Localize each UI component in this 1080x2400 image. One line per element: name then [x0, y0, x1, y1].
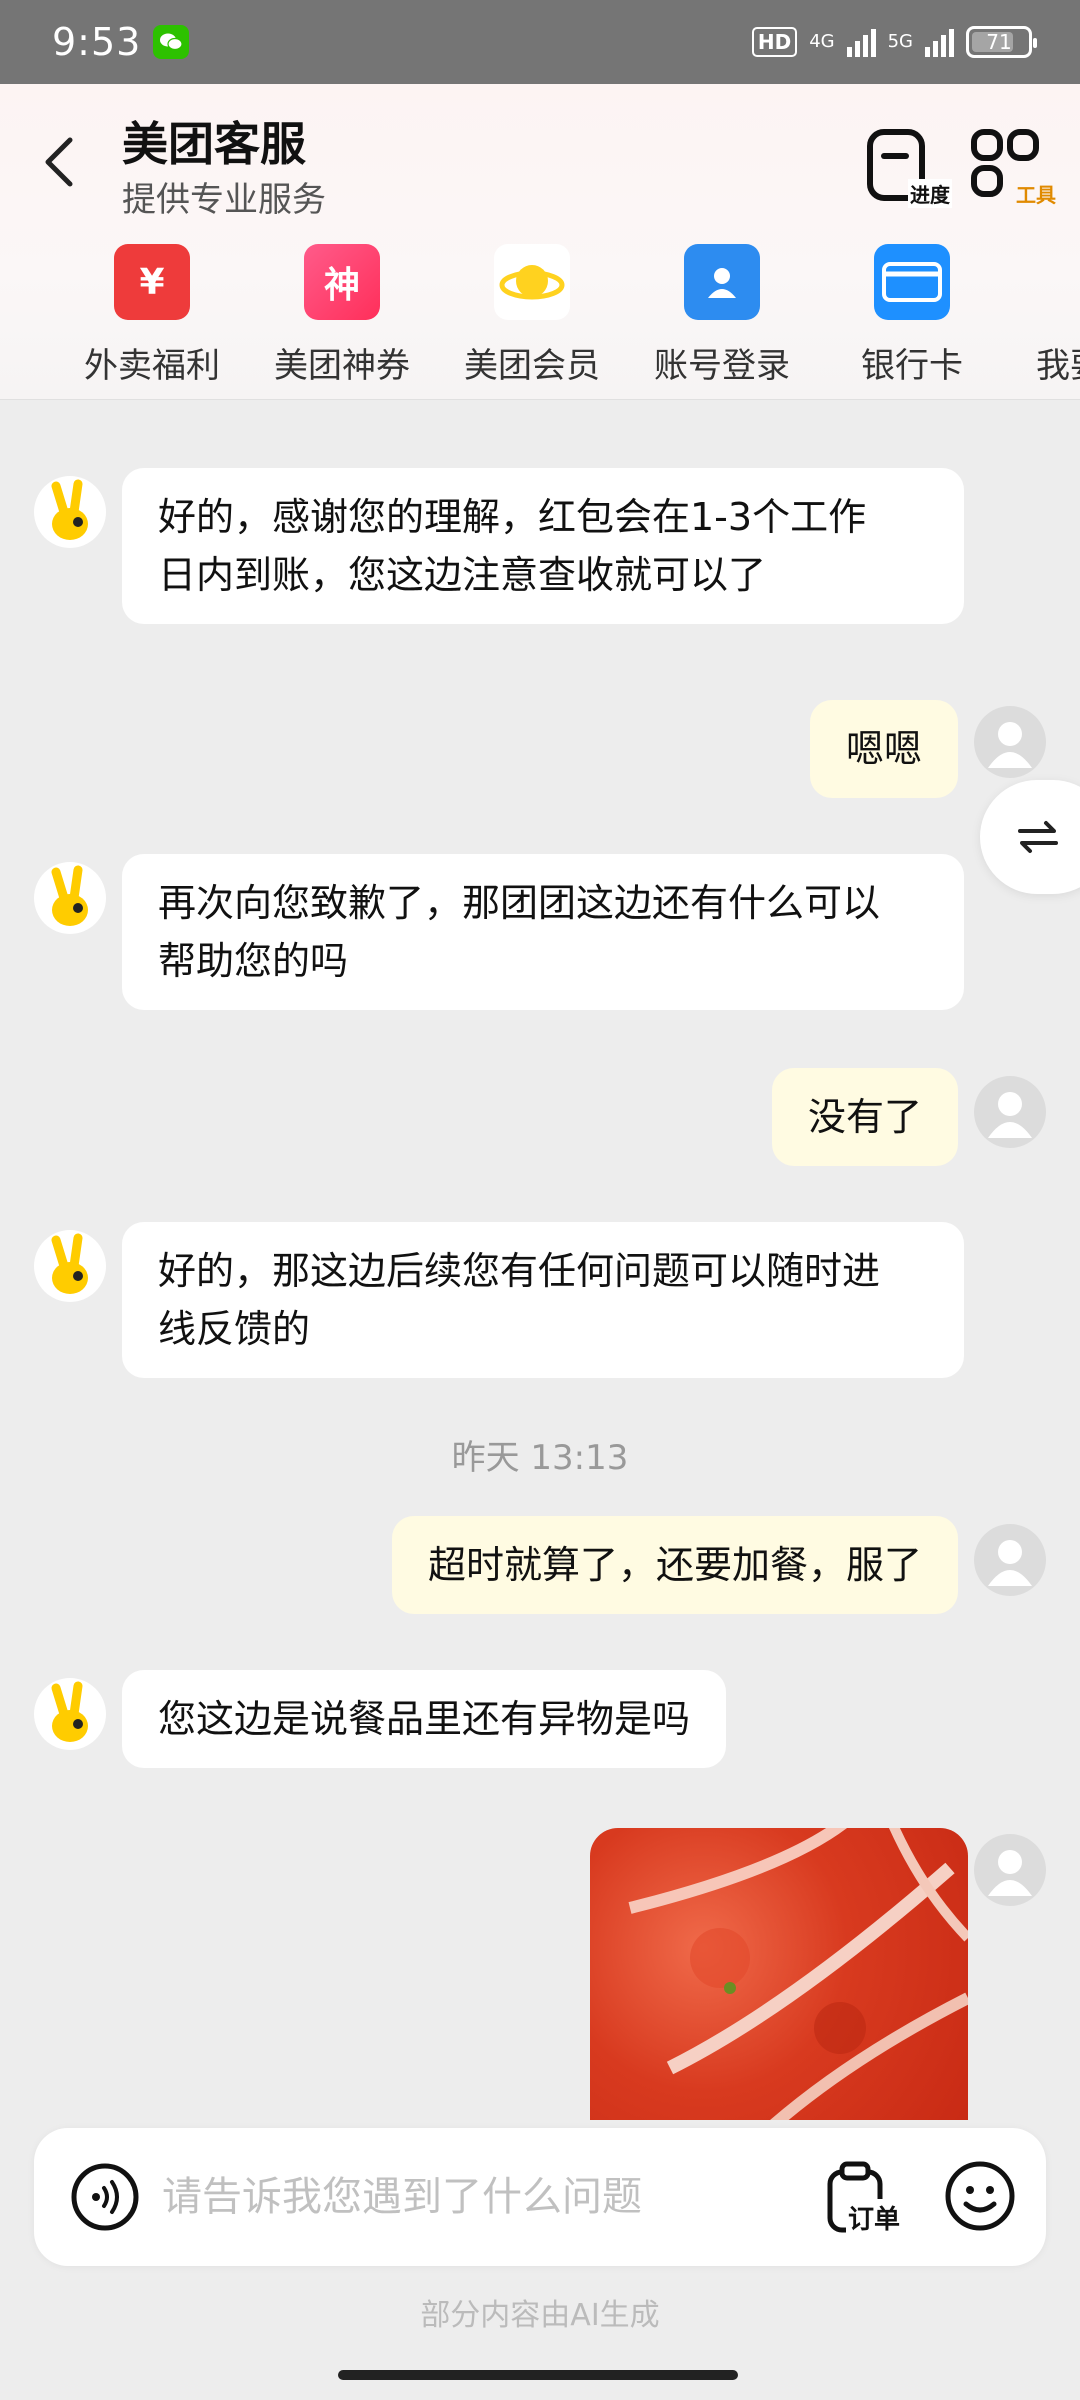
message-photo[interactable] — [590, 1828, 968, 2120]
order-label: 订单 — [846, 2199, 903, 2236]
message-bubble-bot[interactable]: 好的，感谢您的理解，红包会在1-3个工作 日内到账，您这边注意查收就可以了 — [122, 468, 964, 624]
battery-level: 71 — [986, 30, 1012, 54]
user-avatar — [974, 1076, 1046, 1148]
person-icon — [988, 1850, 1032, 1896]
message-bubble-bot[interactable]: 您这边是说餐品里还有异物是吗 — [122, 1670, 727, 1768]
message-bubble-user[interactable]: 没有了 — [771, 1068, 958, 1166]
quick-entry-label: 银行卡 — [861, 346, 963, 384]
battery-icon: 71 — [966, 26, 1037, 58]
message-line: 帮助您的吗 — [158, 939, 349, 983]
message-bubble-bot[interactable]: 再次向您致歉了，那团团这边还有什么可以 帮助您的吗 — [122, 854, 964, 1010]
emoji-button[interactable] — [944, 2160, 1016, 2232]
message-line: 日内到账，您这边注意查收就可以了 — [158, 553, 767, 597]
message-line: 再次向您致歉了，那团团这边还有什么可以 — [158, 881, 881, 925]
network-4g-label: 4G — [809, 31, 835, 52]
bot-avatar — [34, 476, 106, 548]
swap-arrows-icon — [1018, 821, 1058, 853]
voice-icon — [71, 2163, 139, 2231]
back-button[interactable] — [34, 126, 86, 198]
tools-label: 工具 — [1016, 183, 1056, 207]
person-icon — [988, 1540, 1032, 1586]
order-button[interactable]: 订单 — [824, 2160, 904, 2236]
bot-avatar — [34, 862, 106, 934]
message-input[interactable] — [162, 2162, 822, 2232]
message-timestamp: 昨天 13:13 — [451, 1438, 629, 1478]
quick-entry-label: 账号登录 — [654, 346, 790, 384]
message-bubble-user[interactable]: 超时就算了，还要加餐，服了 — [391, 1516, 958, 1614]
message-text: 嗯嗯 — [845, 727, 922, 771]
message-list[interactable]: 好的，感谢您的理解，红包会在1-3个工作 日内到账，您这边注意查收就可以了 嗯嗯… — [0, 400, 1080, 2120]
rabbit-mascot-icon — [51, 1681, 88, 1742]
account-icon — [684, 244, 760, 320]
person-icon — [988, 1092, 1032, 1138]
tools-button[interactable]: 工具 — [970, 128, 1056, 208]
quick-entry-account-login[interactable]: 账号登录 — [632, 244, 812, 384]
network-5g-label: 5G — [887, 31, 913, 52]
message-line: 线反馈的 — [158, 1307, 311, 1351]
message-line: 好的，那这边后续您有任何问题可以随时进 — [158, 1249, 881, 1293]
page-title: 美团客服 — [122, 117, 306, 171]
quick-entry-coupons[interactable]: 神 美团神券 — [252, 244, 432, 384]
status-bar: 9:53 HD 4G 5G 71 — [0, 0, 1080, 84]
rabbit-mascot-icon — [51, 865, 88, 926]
wechat-icon — [153, 25, 190, 59]
voice-input-button[interactable] — [70, 2162, 140, 2232]
message-bubble-bot[interactable]: 好的，那这边后续您有任何问题可以随时进 线反馈的 — [122, 1222, 964, 1378]
progress-button[interactable]: 进度 — [864, 128, 952, 208]
user-avatar — [974, 706, 1046, 778]
bot-avatar — [34, 1230, 106, 1302]
quick-entry-more[interactable]: 我要 — [1012, 244, 1080, 384]
message-text: 超时就算了，还要加餐，服了 — [427, 1543, 922, 1587]
user-avatar — [974, 1834, 1046, 1906]
message-text: 您这边是说餐品里还有异物是吗 — [158, 1697, 691, 1741]
red-envelope-icon: ¥ — [114, 244, 190, 320]
smiley-icon — [945, 2161, 1015, 2231]
quick-entry-takeout-benefits[interactable]: ¥ 外卖福利 — [62, 244, 242, 384]
bot-avatar — [34, 1678, 106, 1750]
quick-entry-label: 外卖福利 — [84, 346, 220, 384]
rabbit-mascot-icon — [51, 1233, 88, 1294]
quick-entry-membership[interactable]: 美团会员 — [442, 244, 622, 384]
quick-entry-label: 美团神券 — [274, 346, 410, 384]
status-time: 9:53 — [52, 20, 142, 64]
food-photo-image — [628, 1828, 968, 2120]
signal-icon — [846, 27, 876, 57]
message-text: 没有了 — [807, 1095, 922, 1139]
chevron-left-icon — [45, 137, 73, 187]
quick-entry-row: ¥ 外卖福利 神 美团神券 美团会员 账号登录 银行卡 我 — [0, 244, 1080, 384]
progress-label: 进度 — [908, 179, 952, 208]
more-icon — [1064, 244, 1080, 320]
bank-card-icon — [874, 244, 950, 320]
message-bubble-user[interactable]: 嗯嗯 — [809, 700, 958, 798]
message-line: 好的，感谢您的理解，红包会在1-3个工作 — [158, 495, 867, 539]
ai-disclaimer: 部分内容由AI生成 — [420, 2298, 660, 2333]
person-icon — [988, 722, 1032, 768]
home-indicator[interactable] — [338, 2370, 738, 2380]
quick-entry-label: 美团会员 — [464, 346, 600, 384]
rabbit-mascot-icon — [51, 479, 88, 540]
quick-entry-bank-card[interactable]: 银行卡 — [822, 244, 1002, 384]
member-icon — [494, 244, 570, 320]
message-input-bar: 订单 — [34, 2128, 1046, 2266]
user-avatar — [974, 1524, 1046, 1596]
signal-icon-2 — [925, 27, 954, 57]
page-subtitle: 提供专业服务 — [122, 180, 326, 220]
quick-entry-label: 我要 — [1036, 346, 1080, 384]
hd-badge: HD — [751, 27, 798, 57]
coupon-icon: 神 — [304, 244, 380, 320]
chat-header: 美团客服 提供专业服务 进度 工具 ¥ 外卖福利 神 美团神券 美团会员 账号登… — [0, 84, 1080, 400]
